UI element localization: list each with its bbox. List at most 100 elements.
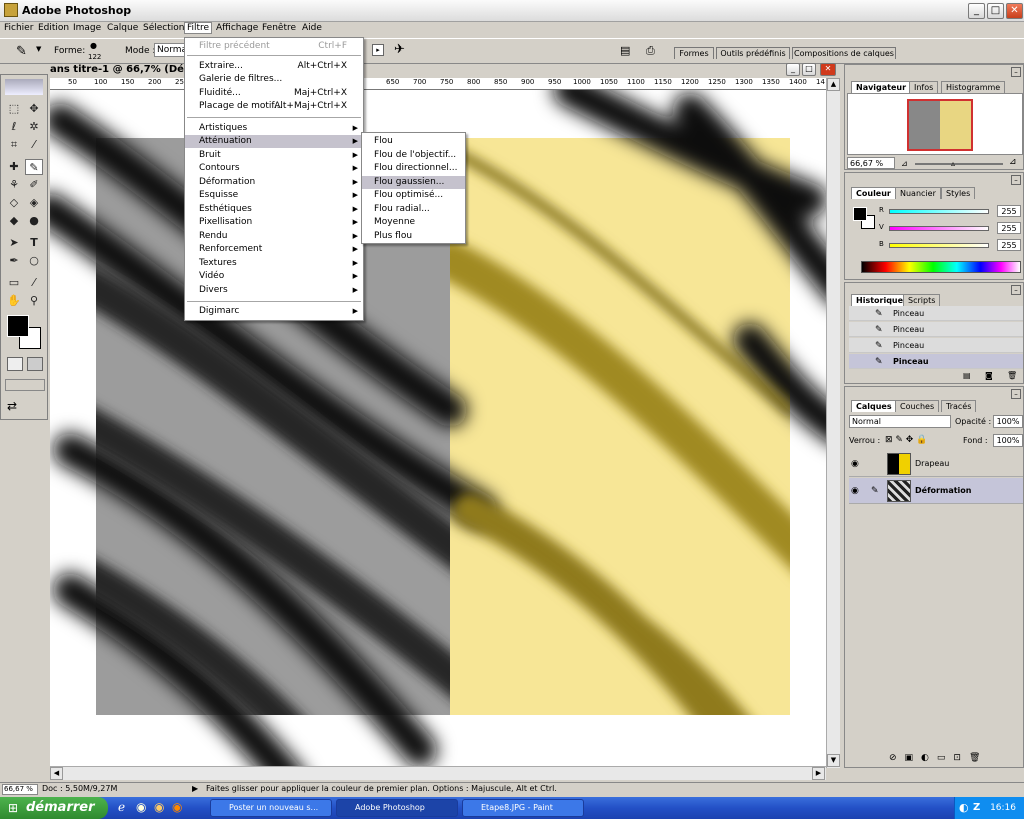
mode-select[interactable]: Normal (154, 43, 186, 57)
taskbar-item-photoshop[interactable]: Adobe Photoshop (336, 799, 458, 817)
submenu-item-flou-objectif[interactable]: Flou de l'objectif... (362, 149, 465, 162)
crop-tool-icon[interactable]: ⌗ (5, 137, 23, 153)
slider-b[interactable] (889, 243, 989, 248)
taskbar-item-firefox[interactable]: Poster un nouveau s... (210, 799, 332, 817)
move-tool-icon[interactable]: ✥ (25, 101, 43, 117)
layer-row-deformation[interactable]: ◉ ✎ Déformation (849, 478, 1023, 504)
print-icon[interactable]: ⎙ (646, 44, 655, 58)
adobe-feather-icon[interactable] (5, 79, 43, 95)
lock-icons[interactable]: ⊠ ✎ ✥ 🔒 (885, 435, 927, 445)
color-ramp[interactable] (861, 261, 1021, 273)
imageready-icon[interactable]: ⇄ (7, 399, 17, 413)
menu-item-renforcement[interactable]: Renforcement ▶ (185, 243, 363, 256)
menu-item-attenuation[interactable]: Atténuation ▶ (185, 135, 363, 148)
menu-item-rendu[interactable]: Rendu ▶ (185, 230, 363, 243)
menu-item-galerie[interactable]: Galerie de filtres... (185, 73, 363, 86)
scroll-left-icon[interactable]: ◀ (50, 767, 63, 780)
slice-tool-icon[interactable]: ⁄ (25, 137, 43, 153)
palette-icon[interactable]: ▤ (620, 44, 630, 57)
vertical-scrollbar[interactable]: ▲ ▼ (826, 78, 840, 768)
zoom-in-icon[interactable]: ⊿ (1009, 157, 1017, 167)
layer-row-drapeau[interactable]: ◉ Drapeau (849, 451, 1023, 477)
horizontal-scrollbar[interactable]: ◀ ▶ (50, 766, 826, 780)
menu-selection[interactable]: Sélection (143, 23, 184, 33)
close-button[interactable]: ✕ (1006, 3, 1023, 19)
scroll-right-icon[interactable]: ▶ (812, 767, 825, 780)
menu-item-pixellisation[interactable]: Pixellisation ▶ (185, 216, 363, 229)
quickmask-mode-icon[interactable] (27, 357, 43, 371)
zoom-slider[interactable] (915, 163, 1003, 165)
eyedropper-tool-icon[interactable]: ⁄ (25, 275, 43, 291)
chevron-down-icon[interactable]: ▼ (36, 45, 41, 53)
submenu-item-moyenne[interactable]: Moyenne (362, 216, 465, 229)
airbrush-icon[interactable]: ✈ (394, 42, 405, 57)
eye-icon[interactable]: ◉ (851, 478, 859, 504)
submenu-item-plus-flou[interactable]: Plus flou (362, 230, 465, 243)
menu-item-esthetiques[interactable]: Esthétiques ▶ (185, 203, 363, 216)
scroll-down-icon[interactable]: ▼ (827, 754, 840, 767)
minimize-button[interactable]: _ (968, 3, 985, 19)
menu-item-placage[interactable]: Placage de motif... Alt+Maj+Ctrl+X (185, 100, 363, 113)
menu-item-filtre-precedent[interactable]: Filtre précédent Ctrl+F (185, 40, 363, 53)
tab-nuancier[interactable]: Nuancier (895, 187, 941, 199)
eraser-tool-icon[interactable]: ◇ (5, 195, 23, 211)
standard-mode-icon[interactable] (7, 357, 23, 371)
tab-traces[interactable]: Tracés (941, 400, 977, 412)
language-icon[interactable]: Z (973, 797, 980, 819)
doc-close-button[interactable]: ✕ (820, 63, 836, 76)
submenu-item-flou-optimise[interactable]: Flou optimisé... (362, 189, 465, 202)
panel-collapse-icon[interactable]: – (1011, 389, 1021, 399)
hand-tool-icon[interactable]: ✋ (5, 293, 23, 309)
menu-filtre[interactable]: Filtre (184, 22, 213, 34)
zoom-tool-icon[interactable]: ⚲ (25, 293, 43, 309)
panel-collapse-icon[interactable]: – (1011, 175, 1021, 185)
trash-icon[interactable]: 🗑 (1007, 371, 1017, 380)
scroll-up-icon[interactable]: ▲ (827, 78, 840, 91)
tab-infos[interactable]: Infos (909, 81, 939, 93)
tab-navigateur[interactable]: Navigateur (851, 81, 912, 93)
menu-affichage[interactable]: Affichage (216, 23, 258, 33)
eye-icon[interactable]: ◉ (851, 451, 859, 477)
menu-item-divers[interactable]: Divers ▶ (185, 284, 363, 297)
menu-item-artistiques[interactable]: Artistiques ▶ (185, 122, 363, 135)
tab-compositions[interactable]: Compositions de calques (792, 47, 896, 59)
snapshot-icon[interactable]: ◙ (985, 371, 993, 380)
layer-actions-icons[interactable]: ⊘▣◐▭⊡🗑 (889, 753, 988, 763)
maximize-button[interactable]: □ (987, 3, 1004, 19)
new-document-icon[interactable]: ▤ (963, 371, 971, 380)
menu-item-video[interactable]: Vidéo ▶ (185, 270, 363, 283)
value-v[interactable]: 255 (997, 222, 1021, 234)
panel-collapse-icon[interactable]: – (1011, 67, 1021, 77)
fill-field[interactable]: 100% (993, 434, 1023, 447)
media-player-icon[interactable]: ◉ (136, 800, 146, 814)
slider-r[interactable] (889, 209, 989, 214)
quicklaunch-icon[interactable]: ◉ (154, 800, 164, 814)
tab-couches[interactable]: Couches (895, 400, 940, 412)
notes-tool-icon[interactable]: ▭ (5, 275, 23, 291)
zoom-out-icon[interactable]: ⊿ (901, 159, 908, 168)
menu-item-contours[interactable]: Contours ▶ (185, 162, 363, 175)
shape-tool-icon[interactable]: ○ (25, 253, 43, 269)
panel-collapse-icon[interactable]: – (1011, 285, 1021, 295)
menu-item-deformation[interactable]: Déformation ▶ (185, 176, 363, 189)
brush-tool-icon[interactable]: ✎ (16, 44, 27, 59)
doc-minimize-button[interactable]: _ (786, 63, 800, 76)
status-arrow-icon[interactable]: ▶ (192, 784, 198, 793)
brush-tool-icon-active[interactable]: ✎ (25, 159, 43, 175)
bucket-tool-icon[interactable]: ◈ (25, 195, 43, 211)
blend-mode-select[interactable]: Normal (849, 415, 951, 428)
tab-historique[interactable]: Historique (851, 294, 909, 306)
dodge-tool-icon[interactable]: ● (25, 213, 43, 229)
tab-formes[interactable]: Formes (674, 47, 714, 59)
menu-item-digimarc[interactable]: Digimarc ▶ (185, 305, 363, 318)
pen-tool-icon[interactable]: ✒ (5, 253, 23, 269)
tray-icon[interactable]: ◐ (959, 797, 969, 819)
menu-item-fluidite[interactable]: Fluidité... Maj+Ctrl+X (185, 87, 363, 100)
status-zoom[interactable]: 66,67 % (2, 784, 38, 795)
stamp-tool-icon[interactable]: ⚘ (5, 177, 23, 193)
foreground-color-swatch-front[interactable] (7, 315, 29, 337)
submenu-item-flou[interactable]: Flou (362, 135, 465, 148)
blur-tool-icon[interactable]: ◆ (5, 213, 23, 229)
opacity-field[interactable]: 100% (993, 415, 1023, 428)
healing-brush-icon[interactable]: ✚ (5, 159, 23, 175)
